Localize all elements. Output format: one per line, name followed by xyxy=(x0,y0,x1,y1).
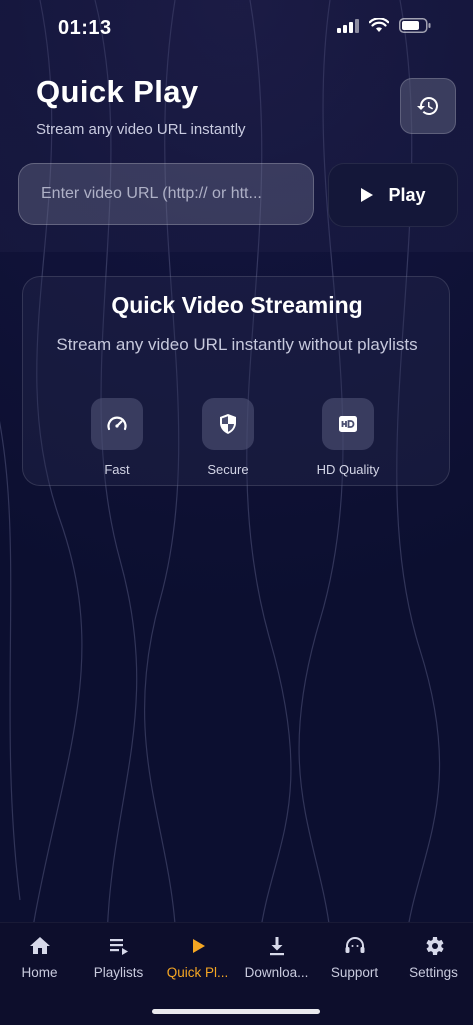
support-icon xyxy=(345,937,364,953)
feature-card: Quick Video Streaming Stream any video U… xyxy=(22,276,450,486)
gear-icon xyxy=(425,937,444,955)
tab-support[interactable]: Support xyxy=(315,933,394,980)
feature-label: HD Quality xyxy=(316,462,380,477)
page-subtitle: Stream any video URL instantly xyxy=(36,121,246,138)
status-time: 01:13 xyxy=(58,17,112,39)
feature-card-title: Quick Video Streaming xyxy=(111,292,363,318)
shield-icon xyxy=(220,414,236,434)
feature-secure: Secure xyxy=(168,398,288,477)
tab-quick-play[interactable]: Quick Pl... xyxy=(158,933,237,980)
tab-settings[interactable]: Settings xyxy=(394,933,473,980)
tab-label: Support xyxy=(330,965,379,980)
history-icon xyxy=(417,97,438,115)
home-icon xyxy=(29,937,50,954)
feature-fast-icon-box xyxy=(91,398,143,450)
battery-icon xyxy=(399,18,431,33)
tab-playlists[interactable]: Playlists xyxy=(79,933,158,980)
status-icons xyxy=(337,18,431,33)
home-indicator xyxy=(152,1009,320,1014)
feature-card-description: Stream any video URL instantly without p… xyxy=(56,335,418,354)
feature-hd-icon-box xyxy=(322,398,374,450)
playlist-icon xyxy=(109,939,128,955)
signal-icon xyxy=(337,18,359,33)
wifi-icon xyxy=(369,18,389,32)
speedometer-icon xyxy=(107,416,127,431)
history-button[interactable] xyxy=(400,78,456,134)
tab-label: Settings xyxy=(409,965,458,980)
play-button[interactable]: Play xyxy=(328,163,458,227)
download-icon xyxy=(269,937,284,956)
tab-home[interactable]: Home xyxy=(0,933,79,980)
status-bar: 01:13 xyxy=(0,0,473,56)
tab-label: Downloa... xyxy=(244,965,309,980)
play-icon xyxy=(192,939,205,953)
feature-label: Secure xyxy=(207,462,249,477)
play-icon xyxy=(361,188,374,202)
feature-label: Fast xyxy=(104,462,130,477)
tab-downloads[interactable]: Downloa... xyxy=(237,933,316,980)
feature-fast: Fast xyxy=(57,398,177,477)
tab-label: Playlists xyxy=(93,965,144,980)
tab-label: Quick Pl... xyxy=(166,965,229,980)
hd-icon xyxy=(339,416,357,432)
play-button-label: Play xyxy=(388,184,426,205)
feature-hd-quality: HD Quality xyxy=(288,398,408,477)
page-title: Quick Play xyxy=(36,74,199,109)
feature-secure-icon-box xyxy=(202,398,254,450)
video-url-input[interactable] xyxy=(18,163,314,225)
tab-label: Home xyxy=(21,965,58,980)
